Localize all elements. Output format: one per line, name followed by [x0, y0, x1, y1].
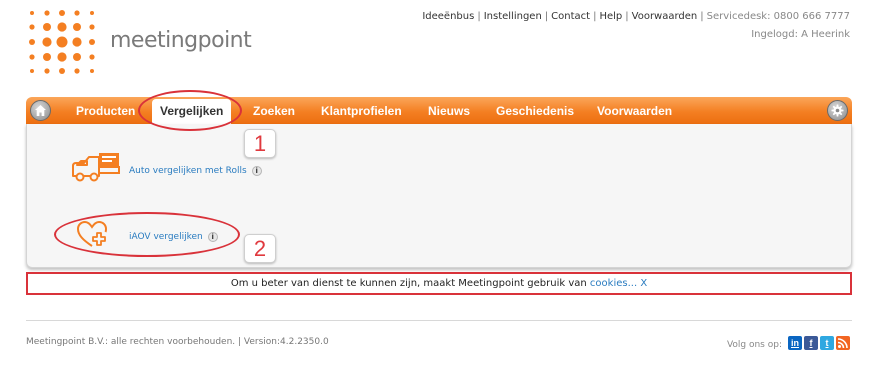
logo[interactable]: meetingpoint — [26, 8, 256, 80]
separator: | — [544, 11, 549, 22]
servicedesk-phone: Servicedesk: 0800 666 7777 — [706, 11, 850, 22]
rss-icon[interactable] — [836, 336, 850, 350]
tab-geschiedenis[interactable]: Geschiedenis — [496, 104, 574, 118]
link-contact[interactable]: Contact — [551, 11, 590, 22]
home-icon — [35, 105, 46, 116]
follow-label: Volg ons op: — [726, 340, 782, 350]
tab-zoeken[interactable]: Zoeken — [253, 104, 295, 118]
linkedin-icon[interactable]: in — [788, 336, 802, 350]
link-auto-vergelijken-label: Auto vergelijken met Rolls — [129, 166, 247, 176]
rss-glyph — [837, 338, 848, 349]
annotation-badge-1: 1 — [244, 129, 276, 158]
highlight-ellipse-tab — [138, 90, 242, 131]
cookie-bar: Om u beter van dienst te kunnen zijn, ma… — [26, 272, 852, 295]
cookies-link[interactable]: cookies... — [590, 278, 637, 289]
highlight-ellipse-iaov — [54, 212, 240, 257]
separator: | — [625, 11, 629, 22]
info-icon[interactable]: i — [251, 166, 262, 176]
tab-voorwaarden[interactable]: Voorwaarden — [597, 104, 672, 118]
facebook-icon[interactable]: f — [804, 336, 818, 350]
tab-producten[interactable]: Producten — [76, 104, 135, 118]
annotation-badge-2: 2 — [244, 234, 276, 263]
separator: | — [477, 11, 481, 22]
follow-us: Volg ons op: in f t — [727, 336, 850, 350]
logged-in-user: Ingelogd: A Heerink — [751, 29, 850, 40]
settings-button[interactable] — [827, 100, 848, 121]
cookie-text: Om u beter van dienst te kunnen zijn, ma… — [230, 278, 587, 289]
logo-dots-icon — [29, 10, 95, 74]
link-auto-vergelijken[interactable]: Auto vergelijken met Rolls i — [129, 166, 262, 176]
tab-nieuws[interactable]: Nieuws — [428, 104, 470, 118]
home-button[interactable] — [30, 100, 51, 121]
link-help[interactable]: Help — [599, 11, 622, 22]
truck-icon[interactable] — [71, 150, 123, 184]
footer-copyright: Meetingpoint B.V.: alle rechten voorbeho… — [26, 337, 329, 347]
link-ideeenbus[interactable]: Ideeënbus — [422, 11, 474, 22]
cookie-close-button[interactable]: X — [640, 278, 647, 289]
footer-divider — [26, 320, 852, 321]
link-instellingen[interactable]: Instellingen — [484, 11, 542, 22]
separator: | — [700, 11, 704, 22]
gear-icon — [831, 104, 844, 117]
top-links: Ideeënbus | Instellingen | Contact | Help | Voor… — [422, 11, 850, 22]
link-voorwaarden[interactable]: Voorwaarden — [632, 11, 698, 22]
tab-klantprofielen[interactable]: Klantprofielen — [321, 104, 402, 118]
twitter-icon[interactable]: t — [820, 336, 834, 350]
logo-wordmark: meetingpoint — [110, 28, 252, 53]
separator: | — [593, 11, 597, 22]
